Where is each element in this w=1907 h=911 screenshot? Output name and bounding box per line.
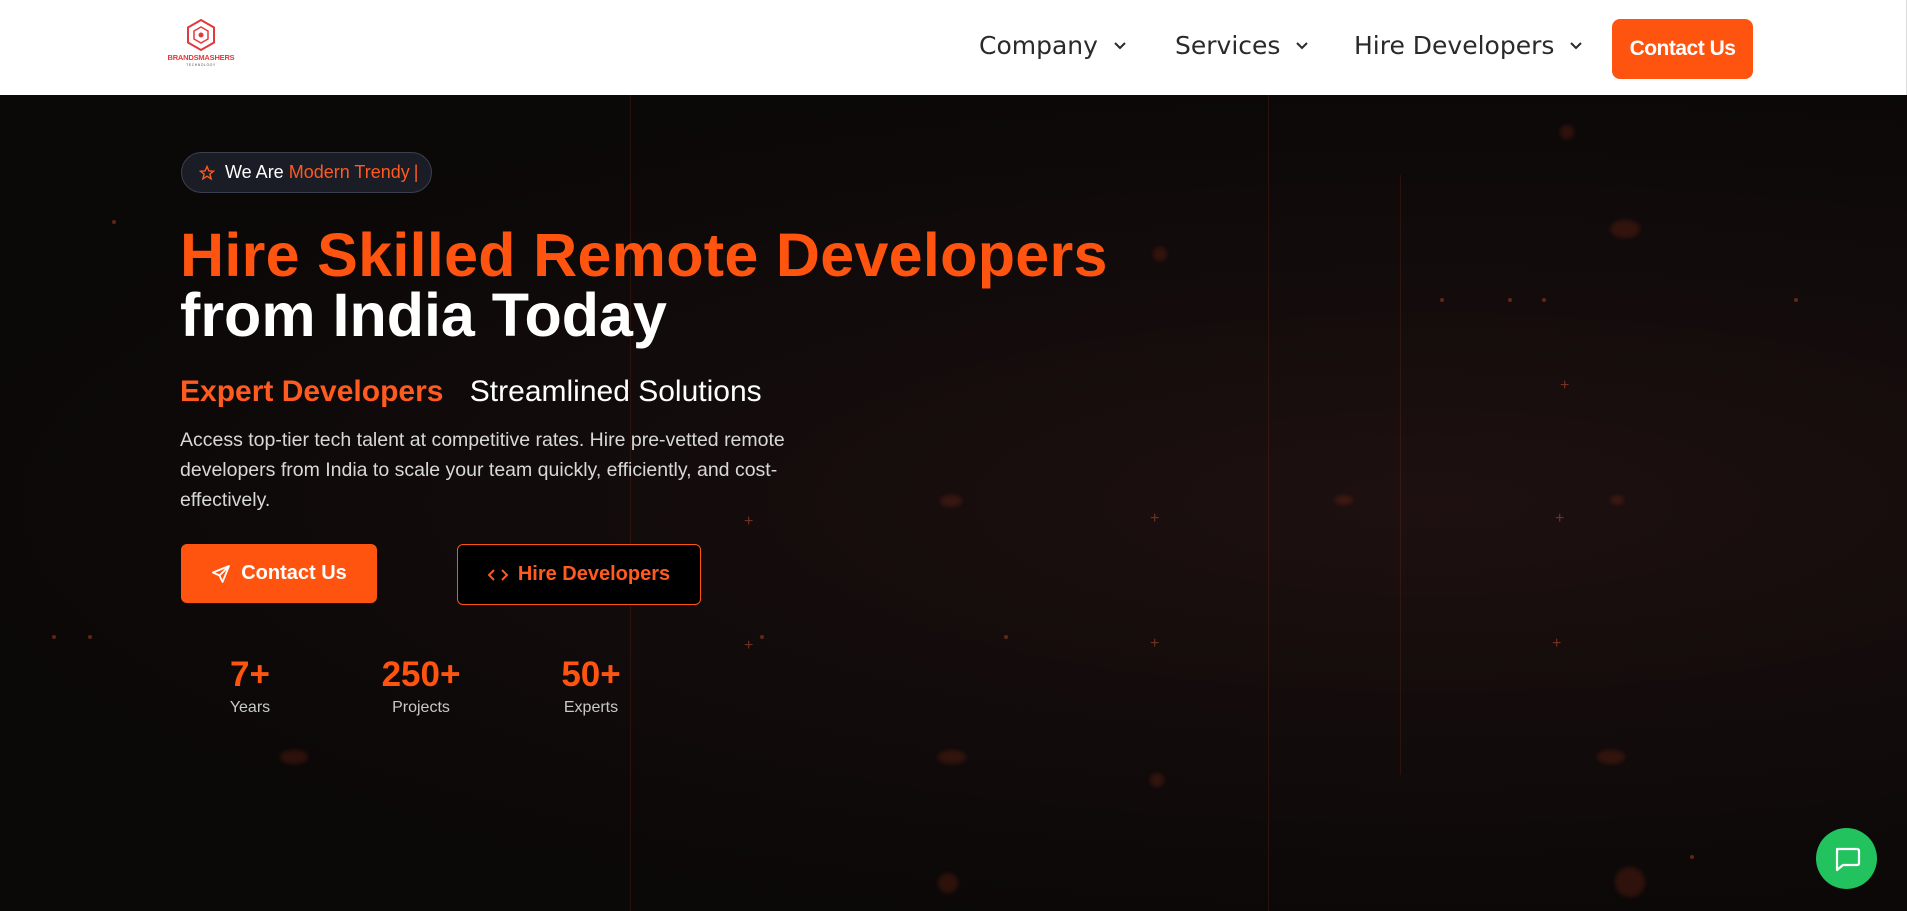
code-icon — [487, 568, 508, 581]
stat-years-label: Years — [229, 699, 271, 716]
nav-services[interactable]: Services — [1175, 28, 1310, 62]
stat-projects: 250+ Projects — [371, 655, 471, 717]
nav-company-label: Company — [979, 30, 1098, 60]
chevron-down-icon — [1570, 42, 1583, 50]
chevron-down-icon — [1296, 42, 1309, 50]
hexagon-logo-icon — [187, 18, 215, 52]
hire-developers-button[interactable]: Hire Developers — [457, 544, 701, 605]
logo-wordmark: BRANDSMASHERS — [167, 53, 235, 62]
hero-subtitle: Expert Developers Streamlined Solutions — [180, 375, 762, 409]
send-icon — [212, 564, 231, 583]
subtitle-accent: Expert Developers — [180, 375, 444, 408]
nav-company[interactable]: Company — [979, 28, 1128, 62]
subtitle-plain: Streamlined Solutions — [469, 375, 762, 408]
site-header: BRANDSMASHERS TECHNOLOGY Company Service… — [0, 0, 1907, 95]
logo-tagline: TECHNOLOGY — [186, 63, 216, 67]
chat-bubble-icon — [1835, 847, 1860, 871]
brand-logo[interactable]: BRANDSMASHERS TECHNOLOGY — [165, 18, 237, 70]
stat-experts-value: 50+ — [561, 655, 621, 694]
header-contact-button[interactable]: Contact Us — [1612, 19, 1753, 79]
tagline-badge: We Are Modern Trendy | — [181, 152, 432, 193]
badge-prefix: We Are — [225, 162, 284, 182]
contact-us-button[interactable]: Contact Us — [181, 544, 377, 603]
hero-title-line2: from India Today — [180, 281, 667, 349]
stat-years: 7+ Years — [218, 655, 282, 717]
chat-widget-button[interactable] — [1816, 828, 1877, 889]
hero-section: + + + + + + + We Are Modern Trendy | Hir… — [0, 95, 1907, 911]
contact-us-label: Contact Us — [241, 562, 347, 584]
nav-hire-developers[interactable]: Hire Developers — [1354, 28, 1584, 62]
stat-projects-label: Projects — [392, 699, 450, 716]
star-icon — [199, 164, 215, 180]
badge-accent-text: Modern Trendy — [288, 162, 410, 182]
hire-developers-label: Hire Developers — [517, 563, 671, 585]
stat-years-value: 7+ — [230, 655, 270, 694]
nav-hire-developers-label: Hire Developers — [1354, 30, 1555, 60]
typing-caret: | — [413, 162, 419, 182]
stat-experts-label: Experts — [563, 699, 619, 716]
nav-services-label: Services — [1175, 30, 1281, 60]
hero-description: Access top-tier tech talent at competiti… — [180, 429, 785, 511]
chevron-down-icon — [1114, 42, 1126, 50]
stat-projects-value: 250+ — [381, 655, 461, 694]
stat-experts: 50+ Experts — [551, 655, 631, 717]
